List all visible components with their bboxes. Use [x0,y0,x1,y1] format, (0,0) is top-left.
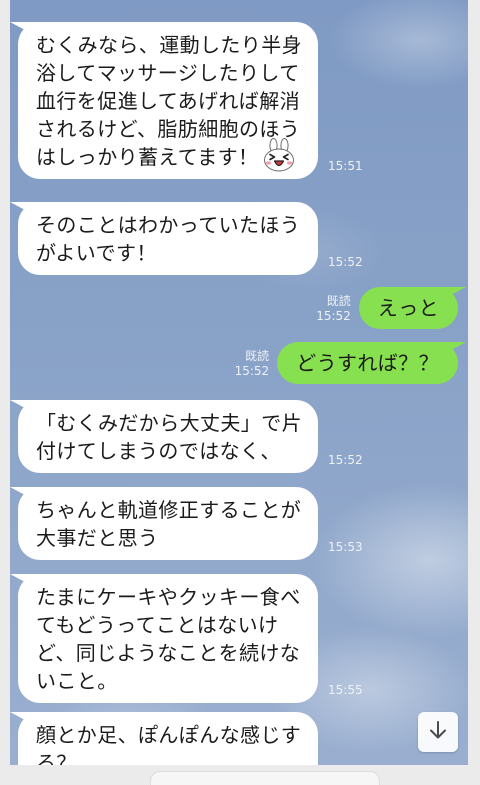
message-line: えっと [377,296,439,320]
message-line: はしっかり蓄えてます！ [36,138,306,172]
message-line: 大事だと思う [36,526,159,550]
incoming-message-bubble[interactable]: むくみなら、運動したり半身 浴してマッサージしたりして 血行を促進してあげれば解… [18,22,318,179]
message-line: がよいです！ [36,241,157,265]
chat-message-area[interactable]: むくみなら、運動したり半身 浴してマッサージしたりして 血行を促進してあげれば解… [10,0,468,765]
incoming-message-bubble[interactable]: ちゃんと軌道修正することが 大事だと思う [18,487,318,560]
incoming-message-bubble[interactable]: 顔とか足、ぽんぽんな感じす る？ [18,712,318,765]
message-line: どうすれば？？ [296,351,439,375]
scroll-to-bottom-button[interactable] [418,712,458,752]
message-line: 「むくみだから大丈夫」で片 [36,411,302,435]
message-meta: 15:53 [328,540,363,555]
message-row: 「むくみだから大丈夫」で片 付けてしまうのではなく、 15:52 [18,400,363,473]
incoming-message-bubble[interactable]: そのことはわかっていたほう がよいです！ [18,202,318,275]
message-line: むくみなら、運動したり半身 [36,33,302,57]
message-time: 15:52 [316,309,351,323]
incoming-message-bubble[interactable]: 「むくみだから大丈夫」で片 付けてしまうのではなく、 [18,400,318,473]
input-bar-edge [150,771,380,785]
incoming-message-bubble[interactable]: たまにケーキやクッキー食べ てもどうってことはないけ ど、同じようなことを続けな… [18,574,318,703]
message-row: そのことはわかっていたほう がよいです！ 15:52 [18,202,363,275]
message-line: そのことはわかっていたほう [36,213,301,237]
message-row: ちゃんと軌道修正することが 大事だと思う 15:53 [18,487,363,560]
message-line: る？ [36,751,77,765]
message-line: 浴してマッサージしたりして [36,61,300,85]
read-receipt: 既読 [245,349,270,363]
message-meta: 15:52 [328,255,363,270]
message-time: 15:52 [234,364,270,378]
message-time: 15:53 [328,540,363,554]
message-meta: 15:52 [328,453,363,468]
message-row: 既読 15:52 えっと [316,287,458,329]
message-time: 15:51 [328,159,363,173]
message-meta: 既読 15:52 [316,294,351,324]
message-meta: 15:55 [328,683,363,698]
message-row: 顔とか足、ぽんぽんな感じす る？ [18,712,318,765]
message-line: たまにケーキやクッキー食べ [36,585,301,609]
message-meta: 15:51 [328,159,363,174]
message-line: ちゃんと軌道修正することが [36,498,302,522]
message-line: ど、同じようなことを続けな [36,641,301,665]
outgoing-message-bubble[interactable]: どうすれば？？ [277,342,458,384]
message-line: 血行を促進してあげれば解消 [36,89,300,113]
bottom-bar [0,765,480,785]
message-line-text: はしっかり蓄えてます！ [36,145,259,169]
outgoing-message-bubble[interactable]: えっと [358,287,458,329]
message-line: てもどうってことはないけ [36,613,279,637]
message-time: 15:52 [328,453,363,467]
message-row: 既読 15:52 どうすれば？？ [235,342,458,384]
message-line: いこと。 [36,669,118,693]
cony-laughing-icon [263,138,295,172]
message-line: 顔とか足、ぽんぽんな感じす [36,723,302,747]
arrow-down-icon [427,719,449,745]
message-row: むくみなら、運動したり半身 浴してマッサージしたりして 血行を促進してあげれば解… [18,22,363,179]
message-time: 15:55 [328,683,363,697]
message-line: 付けてしまうのではなく、 [36,439,281,463]
message-meta: 既読 15:52 [235,349,270,379]
read-receipt: 既読 [326,294,351,308]
message-row: たまにケーキやクッキー食べ てもどうってことはないけ ど、同じようなことを続けな… [18,574,363,703]
message-time: 15:52 [328,255,363,269]
